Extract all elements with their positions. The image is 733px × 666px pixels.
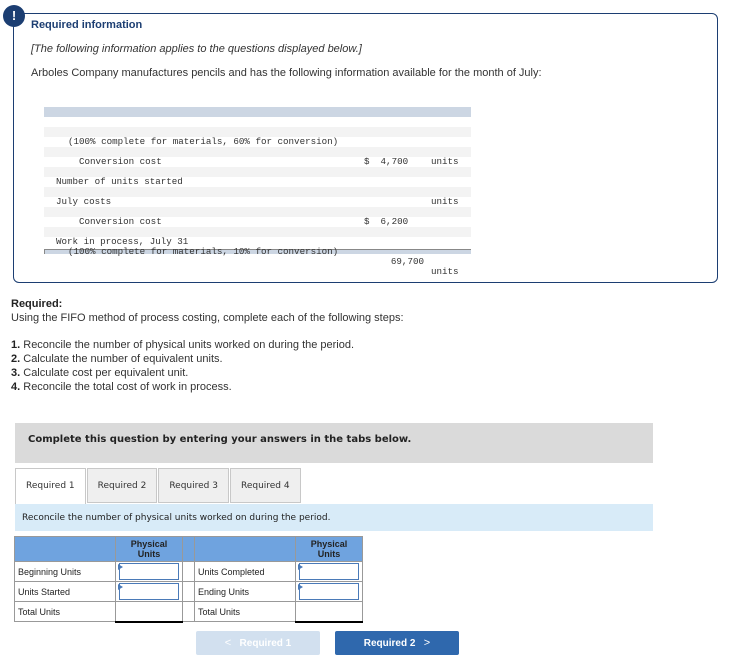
beginning-units-cell <box>115 561 183 582</box>
input-flag-icon <box>298 584 303 590</box>
prev-button-label: Required 1 <box>239 638 292 649</box>
tab-required-3[interactable]: Required 3 <box>158 468 229 503</box>
next-button-label: Required 2 <box>363 638 416 649</box>
table-row: Units Started Ending Units <box>14 581 363 602</box>
step-text: Calculate the number of equivalent units… <box>20 353 223 365</box>
units-started-input[interactable] <box>119 583 179 600</box>
table-row: Conversion cost $ 23,700 <box>44 207 471 237</box>
ending-units-cell <box>295 581 363 602</box>
table-row: July costs <box>44 187 471 207</box>
info-title: Required information <box>31 19 143 31</box>
table-row: Beginning Units Units Completed <box>14 561 363 582</box>
units-completed-cell <box>295 561 363 582</box>
input-flag-icon <box>118 584 123 590</box>
step-text: Reconcile the total cost of work in proc… <box>20 381 232 393</box>
table-row: Total Units Total Units <box>14 601 363 623</box>
step-text: Calculate cost per equivalent unit. <box>20 367 189 379</box>
table-top-bar <box>44 107 471 117</box>
gap-cell <box>182 581 195 602</box>
row-unit: units <box>431 266 459 277</box>
next-required-button[interactable]: Required 2 > <box>335 631 459 655</box>
row-label-ending-units: Ending Units <box>194 581 296 602</box>
total-units-right-value <box>295 601 363 623</box>
step-text: Reconcile the number of physical units w… <box>20 339 355 351</box>
prev-required-button[interactable]: < Required 1 <box>196 631 320 655</box>
required-text: Using the FIFO method of process costing… <box>11 312 404 324</box>
input-flag-icon <box>118 564 123 570</box>
table-row: Work in process, July 31 <box>44 227 471 247</box>
tab-required-2[interactable]: Required 2 <box>86 468 158 503</box>
required-tabs: Required 1 Required 2 Required 3 Require… <box>15 468 302 505</box>
required-heading: Required: <box>11 298 63 310</box>
exclamation-icon: ! <box>3 5 25 27</box>
company-data-table: Work in process, July 1 (100% complete f… <box>44 107 471 277</box>
complete-question-banner: Complete this question by entering your … <box>15 423 653 463</box>
row-label-beginning-units: Beginning Units <box>14 561 116 582</box>
row-label-units-completed: Units Completed <box>194 561 296 582</box>
physical-units-table: Physical Units Physical Units Beginning … <box>14 536 363 623</box>
header-physical-units-right: Physical Units <box>295 536 363 562</box>
tab-required-4[interactable]: Required 4 <box>229 468 301 503</box>
total-units-left-value <box>115 601 183 623</box>
table-row: (100% complete for materials, 60% for co… <box>44 127 471 167</box>
table-row: Direct materials $ 4,700 <box>44 137 471 167</box>
row-label-units-started: Units Started <box>14 581 116 602</box>
step-item: 2. Calculate the number of equivalent un… <box>11 352 354 366</box>
step-number: 4. <box>11 381 21 393</box>
beginning-units-input[interactable] <box>119 563 179 580</box>
steps-list: 1. Reconcile the number of physical unit… <box>11 338 354 394</box>
step-number: 2. <box>11 353 21 365</box>
gap-cell <box>182 561 195 582</box>
ending-units-input[interactable] <box>299 583 359 600</box>
tab-required-1[interactable]: Required 1 <box>15 468 86 505</box>
step-number: 1. <box>11 339 21 351</box>
info-intro: Arboles Company manufactures pencils and… <box>31 67 542 79</box>
table-row: (100% complete for materials, 10% for co… <box>44 237 471 277</box>
input-flag-icon <box>298 564 303 570</box>
header-blank <box>14 536 116 562</box>
table-row: Work in process, July 1 <box>44 117 471 137</box>
units-started-cell <box>115 581 183 602</box>
table-row: Conversion cost $ 17,200 <box>44 147 471 177</box>
row-label: (100% complete for materials, 10% for co… <box>68 246 339 257</box>
info-note: [The following information applies to th… <box>31 43 362 55</box>
header-gap <box>182 536 195 562</box>
tab-instruction: Reconcile the number of physical units w… <box>15 504 653 531</box>
header-physical-units-left: Physical Units <box>115 536 183 562</box>
header-blank <box>194 536 296 562</box>
step-item: 4. Reconcile the total cost of work in p… <box>11 380 354 394</box>
chevron-right-icon: > <box>423 637 431 649</box>
header-row: Physical Units Physical Units <box>14 536 363 562</box>
step-item: 3. Calculate cost per equivalent unit. <box>11 366 354 380</box>
table-row: Number of units started 99,700 units <box>44 167 471 207</box>
chevron-left-icon: < <box>224 637 232 649</box>
step-number: 3. <box>11 367 21 379</box>
step-item: 1. Reconcile the number of physical unit… <box>11 338 354 352</box>
gap-cell <box>182 601 195 622</box>
units-completed-input[interactable] <box>299 563 359 580</box>
row-amount: 69,700 <box>390 256 424 267</box>
row-label-total-units-left: Total Units <box>14 601 116 622</box>
table-row: Direct materials $ 6,200 <box>44 197 471 227</box>
row-label-total-units-right: Total Units <box>194 601 296 622</box>
